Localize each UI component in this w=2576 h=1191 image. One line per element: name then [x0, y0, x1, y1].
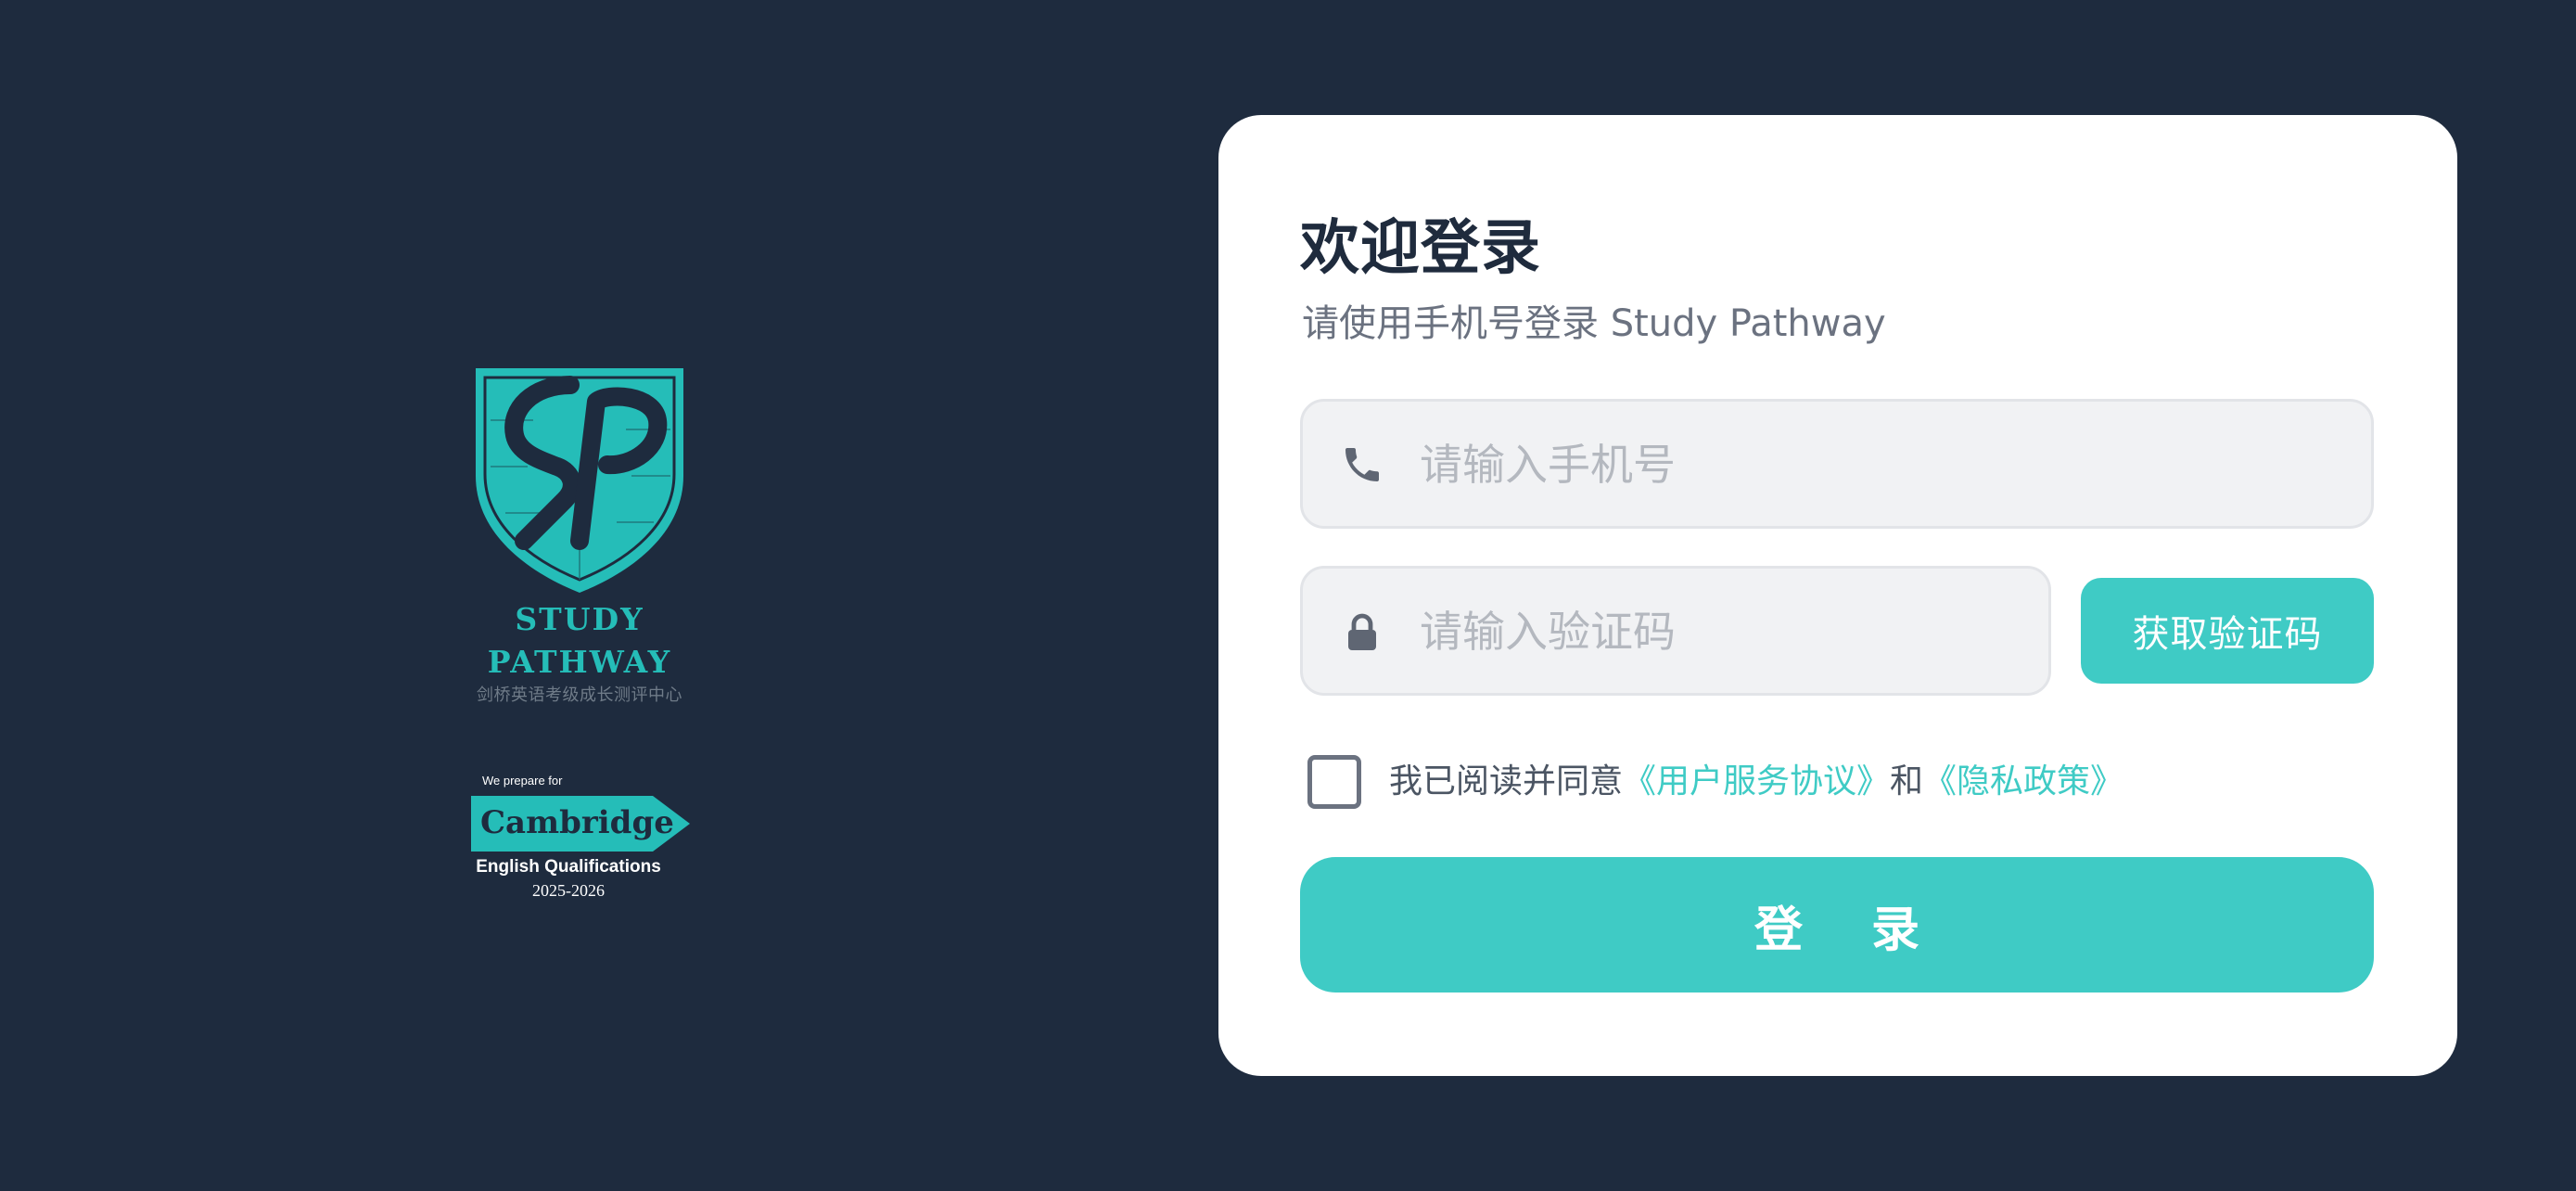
verification-code-input[interactable]: [1418, 569, 2034, 695]
page-subtitle: 请使用手机号登录 Study Pathway: [1302, 302, 1886, 345]
cambridge-years: 2025-2026: [532, 881, 605, 900]
phone-icon: [1345, 448, 1379, 481]
agreement-prefix: 我已阅读并同意: [1389, 762, 1624, 800]
agreement-text: 我已阅读并同意《用户服务协议》和《隐私政策》: [1389, 759, 2123, 805]
cambridge-qualifications: English Qualifications: [476, 857, 661, 877]
code-field: [1300, 566, 2051, 696]
login-page: STUDY PATHWAY 剑桥英语考级成长测评中心 We prepare fo…: [0, 0, 2576, 1191]
privacy-link[interactable]: 《隐私政策》: [1923, 762, 2123, 800]
brand-name-line1: STUDY: [515, 601, 644, 637]
login-button[interactable]: 登 录: [1300, 857, 2374, 992]
study-pathway-logo: [476, 368, 683, 593]
brand-panel: STUDY PATHWAY 剑桥英语考级成长测评中心 We prepare fo…: [0, 0, 1159, 1191]
get-code-button[interactable]: 获取验证码: [2081, 578, 2374, 684]
brand-name-line2: PATHWAY: [487, 644, 672, 680]
page-title: 欢迎登录: [1300, 214, 1541, 283]
cambridge-prepare-text: We prepare for: [482, 774, 563, 788]
phone-field: [1300, 399, 2374, 529]
cambridge-wordmark: Cambridge: [480, 804, 674, 841]
terms-link[interactable]: 《用户服务协议》: [1623, 762, 1890, 800]
brand-tagline: 剑桥英语考级成长测评中心: [477, 685, 682, 705]
agreement-checkbox[interactable]: [1307, 755, 1361, 809]
agreement-and: 和: [1890, 762, 1924, 800]
login-card: 欢迎登录 请使用手机号登录 Study Pathway 获取验证码 我已阅读并同…: [1218, 115, 2457, 1076]
phone-input[interactable]: [1418, 402, 2349, 528]
lock-icon: [1348, 613, 1376, 650]
